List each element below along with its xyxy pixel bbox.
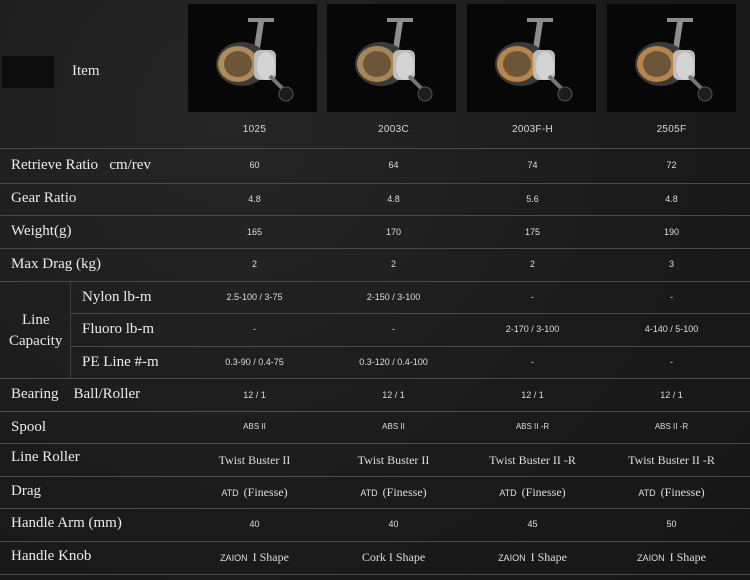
cell-line-roller: Twist Buster II [218,453,291,467]
row-divider [0,215,750,216]
cell-line-roller: Twist Buster II [357,453,430,467]
cell-handle-arm: 50 [666,519,677,529]
cell-max-drag: 3 [668,259,674,269]
cell-handle-knob: ZAION I Shape [498,550,567,564]
cell-max-drag: 2 [529,259,535,269]
row-label-drag: Drag [11,483,41,499]
cell-pe-line: 0.3-120 / 0.4-100 [359,357,428,367]
item-swatch [2,56,54,88]
cell-weight: 175 [524,227,541,237]
cell-gear-ratio: 4.8 [387,194,400,204]
cell-fluoro: 2-170 / 3-100 [505,324,560,334]
cell-nylon: - [670,292,673,302]
cell-spool: ABS II -R [654,422,689,431]
group-divider [70,281,71,378]
row-divider [0,281,750,282]
row-label-line-roller: Line Roller [11,449,80,465]
reel-photo-icon [327,4,456,112]
row-divider [0,411,750,412]
row-label-bearing: Bearing Ball/Roller [11,386,141,402]
sub-label-nylon: Nylon lb-m [82,289,152,305]
cell-line-roller: Twist Buster II -R [489,453,576,467]
cell-retrieve-ratio: 60 [249,160,260,170]
cell-fluoro: - [253,324,256,334]
cell-pe-line: 0.3-90 / 0.4-75 [225,357,284,367]
cell-spool: ABS II [382,422,405,431]
row-divider [0,378,750,379]
cell-nylon: 2.5-100 / 3-75 [226,292,283,302]
row-divider [70,346,750,347]
reel-photo-icon [607,4,736,112]
cell-handle-knob: Cork I Shape [361,550,426,564]
row-label-retrieve-ratio: Retrieve Ratio cm/rev [11,157,151,173]
cell-drag: ATD (Finesse) [638,485,705,499]
row-label-gear-ratio: Gear Ratio [11,190,77,206]
cell-pe-line: - [670,357,673,367]
row-divider [0,148,750,149]
cell-max-drag: 2 [390,259,396,269]
model-name-2: 2003C [378,124,409,135]
cell-drag: ATD (Finesse) [499,485,566,499]
cell-drag: ATD (Finesse) [360,485,427,499]
cell-weight: 190 [663,227,680,237]
reel-image-1 [188,4,317,112]
cell-retrieve-ratio: 74 [527,160,538,170]
row-divider [70,313,750,314]
cell-max-drag: 2 [251,259,257,269]
row-divider [0,476,750,477]
cell-handle-knob: ZAION I Shape [637,550,706,564]
cell-handle-arm: 40 [249,519,260,529]
reel-image-2 [327,4,456,112]
cell-bearing: 12 / 1 [660,390,683,400]
cell-retrieve-ratio: 64 [388,160,399,170]
cell-weight: 165 [246,227,263,237]
model-name-4: 2505F [656,124,687,135]
model-name-3: 2003F-H [511,124,553,135]
cell-bearing: 12 / 1 [521,390,544,400]
cell-nylon: - [531,292,534,302]
cell-fluoro: - [392,324,395,334]
row-label-weight: Weight(g) [11,223,72,239]
item-label: Item [72,63,100,79]
sub-label-pe-line: PE Line #-m [82,354,159,370]
cell-handle-arm: 40 [388,519,399,529]
cell-gear-ratio: 4.8 [248,194,261,204]
row-divider [0,248,750,249]
cell-line-roller: Twist Buster II -R [628,453,715,467]
item-header-cell: Item [0,0,185,146]
row-divider [0,541,750,542]
reel-image-4 [607,4,736,112]
reel-photo-icon [188,4,317,112]
row-divider [0,443,750,444]
row-divider [0,574,750,575]
cell-bearing: 12 / 1 [243,390,266,400]
cell-fluoro: 4-140 / 5-100 [644,324,699,334]
row-label-handle-arm: Handle Arm (mm) [11,515,122,531]
cell-nylon: 2-150 / 3-100 [366,292,421,302]
reel-image-3 [467,4,596,112]
reel-photo-icon [467,4,596,112]
row-label-handle-knob: Handle Knob [11,548,92,564]
cell-pe-line: - [531,357,534,367]
cell-bearing: 12 / 1 [382,390,405,400]
cell-spool: ABS II [243,422,266,431]
line-capacity-label-1: Line [22,312,50,328]
row-label-max-drag: Max Drag (kg) [11,256,101,272]
cell-handle-arm: 45 [527,519,538,529]
cell-handle-knob: ZAION I Shape [220,550,289,564]
row-divider [0,508,750,509]
sub-label-fluoro: Fluoro lb-m [82,321,155,337]
row-divider [0,183,750,184]
cell-gear-ratio: 5.6 [526,194,539,204]
model-name-1: 1025 [242,124,267,135]
cell-gear-ratio: 4.8 [665,194,678,204]
row-label-spool: Spool [11,419,47,435]
cell-retrieve-ratio: 72 [666,160,677,170]
cell-weight: 170 [385,227,402,237]
cell-drag: ATD (Finesse) [221,485,288,499]
cell-spool: ABS II -R [515,422,550,431]
line-capacity-label-2: Capacity [9,333,63,349]
